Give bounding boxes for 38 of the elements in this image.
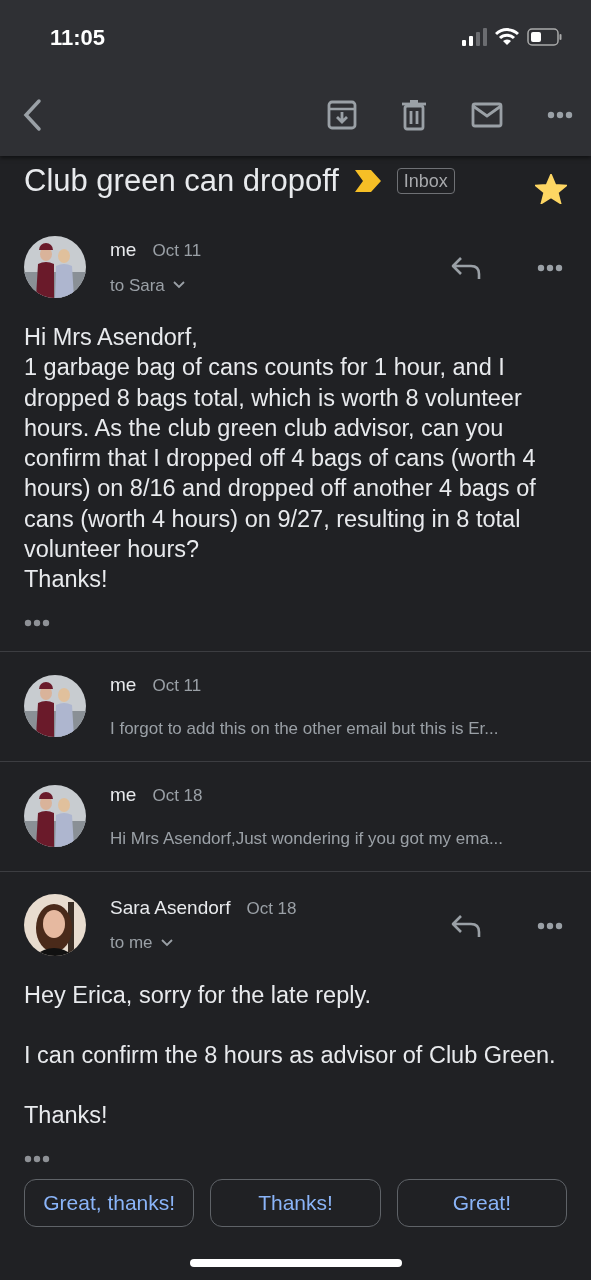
chevron-down-icon[interactable] xyxy=(172,281,185,290)
more-icon[interactable] xyxy=(547,111,573,119)
label-tag: Inbox xyxy=(396,168,455,194)
trash-icon[interactable] xyxy=(401,99,427,131)
message-snippet: I forgot to add this on the other email but this is Er... xyxy=(110,717,500,740)
recipient-dropdown[interactable]: to me xyxy=(110,930,173,956)
message-paragraph: Hi Mrs Asendorf, 1 garbage bag of cans counts for 1 hour, and I dropped 8 bags total, which is worth 8 volunteer hours. As the club green club advisor, can you confirm that I dropped off 4 bags of cans (worth 4 hours) on 8/16 and dropped off another 4 bags of cans (worth 4 hours) on 9/27, resulting in 8 total volunteer hours? Thanks! xyxy=(24,323,537,595)
smart-reply-chip[interactable]: Thanks! xyxy=(210,1178,381,1227)
sender-name: me xyxy=(110,238,137,262)
message-paragraph: Thanks! xyxy=(24,1101,109,1131)
sender-name: me xyxy=(110,783,137,808)
smart-reply-chip[interactable]: Great, thanks! xyxy=(24,1178,195,1227)
battery-icon xyxy=(527,28,563,46)
more-icon[interactable] xyxy=(537,921,563,930)
reply-icon[interactable] xyxy=(451,256,481,280)
mail-icon[interactable] xyxy=(471,102,503,128)
archive-icon[interactable] xyxy=(327,100,357,130)
more-icon[interactable] xyxy=(537,264,563,272)
wifi-icon xyxy=(495,28,519,46)
message-date: Oct 18 xyxy=(152,785,203,808)
message-date: Oct 18 xyxy=(246,897,297,920)
reply-icon[interactable] xyxy=(451,913,481,938)
clock-time: 11:05 xyxy=(50,23,106,52)
message-paragraph: I can confirm the 8 hours as advisor of Club Green. xyxy=(24,1040,557,1070)
message-date: Oct 11 xyxy=(152,675,202,698)
sender-name: Sara Asendorf xyxy=(110,895,231,920)
email-subject: Club green can dropoff xyxy=(24,161,339,200)
importance-marker-icon xyxy=(354,170,381,192)
message-snippet: Hi Mrs Asendorf,Just wondering if you got my ema... xyxy=(110,827,505,850)
recipient-dropdown[interactable]: to Sara xyxy=(110,272,185,298)
chevron-down-icon[interactable] xyxy=(160,938,173,947)
back-icon[interactable] xyxy=(22,98,42,132)
signal-icon xyxy=(461,28,487,46)
star-icon[interactable] xyxy=(535,174,567,204)
message-date: Oct 11 xyxy=(152,240,202,262)
message-paragraph: Hey Erica, sorry for the late reply. xyxy=(24,980,372,1010)
smart-reply-chip[interactable]: Great! xyxy=(396,1178,567,1227)
sender-name: me xyxy=(110,673,137,698)
